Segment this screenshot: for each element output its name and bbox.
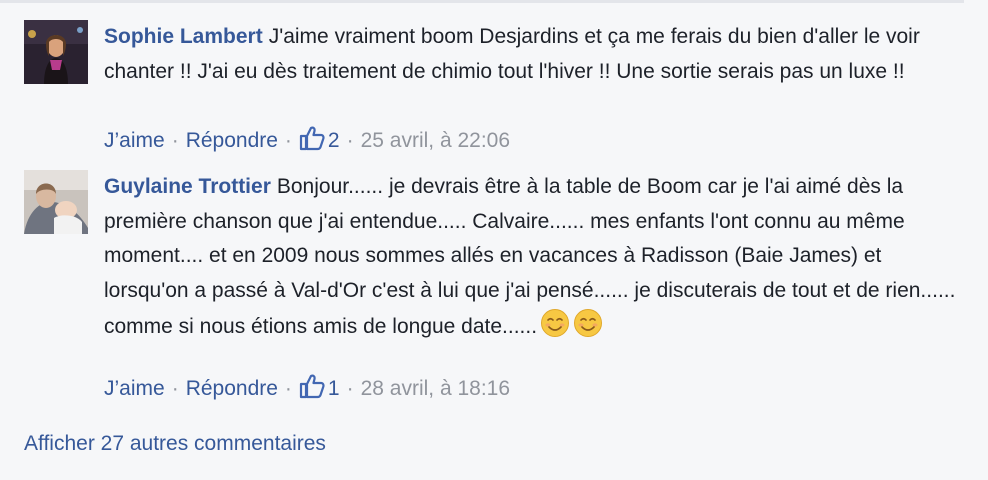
timestamp[interactable]: 28 avril, à 18:16 bbox=[361, 377, 510, 400]
comment-body: Sophie Lambert J'aime vraiment boom Desja… bbox=[104, 20, 964, 89]
view-more-comments-link[interactable]: Afficher 27 autres commentaires bbox=[24, 432, 326, 456]
comment-body: Guylaine Trottier Bonjour...... je devrai… bbox=[104, 170, 964, 345]
like-count: 1 bbox=[327, 377, 340, 400]
smiling-face-icon bbox=[574, 309, 603, 337]
comment-actions: J’aime · Répondre · 2 · 25 avril, à 22:06 bbox=[104, 125, 510, 156]
like-count: 2 bbox=[327, 129, 340, 152]
comments-panel: Sophie Lambert J'aime vraiment boom Desja… bbox=[0, 0, 988, 480]
separator: · bbox=[171, 377, 179, 400]
avatar[interactable] bbox=[24, 20, 88, 84]
separator: · bbox=[346, 377, 354, 400]
reply-link[interactable]: Répondre bbox=[186, 129, 278, 152]
like-count-button[interactable]: 1 bbox=[299, 374, 340, 400]
divider bbox=[0, 0, 964, 3]
comment-author[interactable]: Sophie Lambert bbox=[104, 25, 263, 48]
thumbs-up-icon bbox=[299, 374, 325, 399]
separator: · bbox=[171, 129, 179, 152]
smiling-face-icon bbox=[541, 309, 570, 337]
comment-text: Bonjour...... je devrais être à la table… bbox=[104, 175, 956, 338]
separator: · bbox=[284, 377, 292, 400]
avatar[interactable] bbox=[24, 170, 88, 234]
separator: · bbox=[346, 129, 354, 152]
separator: · bbox=[284, 129, 292, 152]
thumbs-up-icon bbox=[299, 126, 325, 151]
comment-actions: J’aime · Répondre · 1 · 28 avril, à 18:16 bbox=[104, 373, 510, 404]
like-link[interactable]: J’aime bbox=[104, 129, 165, 152]
reply-link[interactable]: Répondre bbox=[186, 377, 278, 400]
like-link[interactable]: J’aime bbox=[104, 377, 165, 400]
like-count-button[interactable]: 2 bbox=[299, 126, 340, 152]
timestamp[interactable]: 25 avril, à 22:06 bbox=[361, 129, 510, 152]
comment-author[interactable]: Guylaine Trottier bbox=[104, 175, 271, 198]
